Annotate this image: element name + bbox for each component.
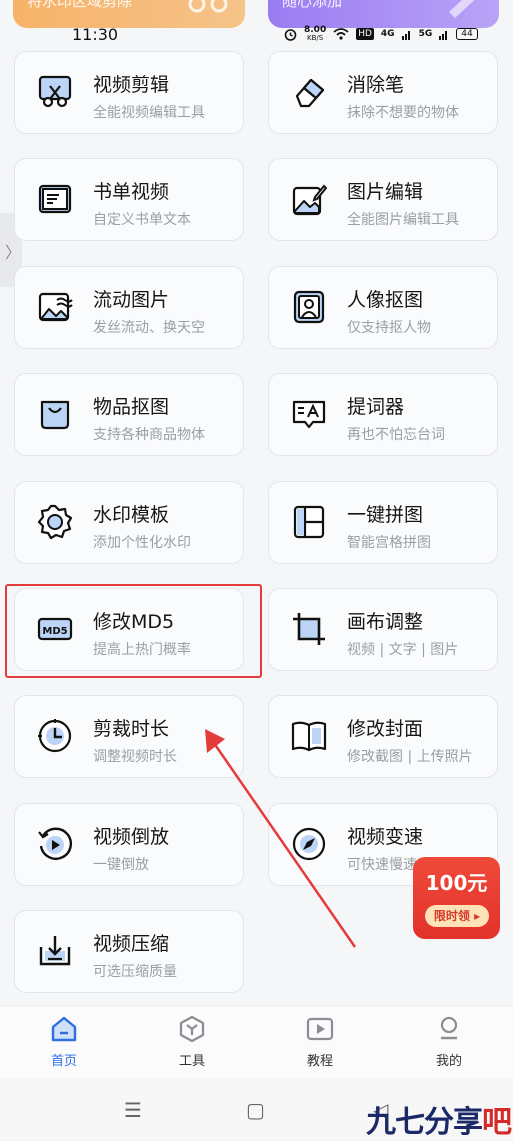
signal-4g: 4G — [380, 29, 395, 39]
tool-title: 图片编辑 — [347, 181, 424, 203]
nav-label: 我的 — [435, 1054, 462, 1069]
site-watermark-logo: 九七分享吧 — [366, 1105, 512, 1140]
scissors-deco-icon — [188, 0, 228, 13]
tool-card-portrait-cutout[interactable]: 人像抠图 仅支持抠人物 — [268, 266, 498, 349]
menu-icon[interactable]: ☰ — [124, 1098, 142, 1122]
nav-tab-tools[interactable]: 工具 — [162, 1014, 222, 1069]
arrow-annotation-icon — [205, 729, 357, 948]
tool-subtitle: 智能宫格拼图 — [347, 535, 431, 551]
signal-bars-icon — [439, 30, 448, 40]
tool-subtitle: 自定义书单文本 — [93, 212, 191, 228]
nav-label: 工具 — [178, 1054, 205, 1069]
tool-title: 书单视频 — [93, 181, 170, 203]
tool-subtitle: 全能视频编辑工具 — [93, 105, 205, 121]
tool-card-object-cutout[interactable]: 物品抠图 支持各种商品物体 — [14, 373, 244, 456]
home-icon — [51, 1016, 77, 1042]
tool-title: 视频倒放 — [93, 826, 170, 848]
tool-subtitle: 视频 | 文字 | 图片 — [347, 642, 459, 658]
portrait-icon — [293, 290, 325, 324]
battery-indicator: 44 — [456, 28, 478, 40]
tool-subtitle: 再也不怕忘台词 — [347, 427, 445, 443]
clock-icon — [38, 719, 72, 753]
cube-icon — [179, 1015, 205, 1043]
highlight-annotation-box — [5, 584, 262, 678]
watermark-gear-icon — [37, 504, 73, 540]
reverse-icon — [38, 827, 73, 860]
status-time: 11:30 — [72, 25, 119, 44]
user-icon — [440, 1016, 458, 1040]
tool-card-collage[interactable]: 一键拼图 智能宫格拼图 — [268, 481, 498, 564]
tool-subtitle: 调整视频时长 — [93, 749, 177, 765]
tool-title: 流动图片 — [93, 289, 170, 311]
promo-claim-button[interactable]: 限时领 ▸ — [425, 905, 489, 927]
tool-title: 水印模板 — [93, 504, 170, 526]
alarm-icon — [284, 28, 297, 41]
nav-label: 教程 — [306, 1054, 333, 1069]
tool-card-flowing-image[interactable]: 流动图片 发丝流动、换天空 — [14, 266, 244, 349]
teleprompter-icon — [292, 400, 326, 429]
nav-tab-profile[interactable]: 我的 — [419, 1014, 479, 1069]
banner-right-text: 随心添加 — [282, 0, 343, 10]
eraser-icon — [295, 78, 325, 108]
image-edit-icon — [292, 184, 327, 216]
tool-title: 一键拼图 — [347, 504, 424, 526]
tool-card-eraser[interactable]: 消除笔 抹除不想要的物体 — [268, 51, 498, 134]
tool-title: 提词器 — [347, 396, 405, 418]
bag-icon — [40, 400, 70, 430]
tool-title: 人像抠图 — [347, 289, 424, 311]
signal-5g: 5G — [418, 29, 433, 39]
tool-title: 视频压缩 — [93, 933, 170, 955]
collage-icon — [293, 505, 325, 539]
chevron-right-icon: 〉 — [5, 243, 22, 262]
book-icon — [38, 184, 72, 214]
nav-tab-tutorials[interactable]: 教程 — [290, 1014, 350, 1069]
flowing-image-icon — [38, 292, 73, 322]
pen-deco-icon — [449, 0, 475, 18]
promo-coupon-badge[interactable]: 100元 限时领 ▸ — [413, 857, 500, 939]
compress-icon — [39, 936, 71, 966]
banner-left-text: 将水印区域剪除 — [27, 0, 133, 10]
play-icon — [306, 1017, 334, 1041]
tool-card-video-edit[interactable]: 视频剪辑 全能视频编辑工具 — [14, 51, 244, 134]
tool-title: 画布调整 — [347, 611, 424, 633]
bottom-navigation: 首页 工具 教程 我的 — [0, 1005, 513, 1078]
tool-subtitle: 一键倒放 — [93, 857, 149, 873]
tool-subtitle: 抹除不想要的物体 — [347, 105, 459, 121]
promo-amount: 100元 — [425, 871, 488, 895]
wifi-icon — [333, 28, 349, 40]
nav-label: 首页 — [50, 1054, 77, 1069]
home-button-icon[interactable]: ▢ — [246, 1098, 265, 1122]
hd-badge: HD — [356, 28, 374, 40]
crop-icon — [293, 613, 325, 645]
tool-card-canvas-adjust[interactable]: 画布调整 视频 | 文字 | 图片 — [268, 588, 498, 671]
tool-subtitle: 修改截图 | 上传照片 — [347, 749, 473, 765]
tool-card-image-edit[interactable]: 图片编辑 全能图片编辑工具 — [268, 158, 498, 241]
tool-title: 物品抠图 — [93, 396, 170, 418]
tool-card-teleprompter[interactable]: 提词器 再也不怕忘台词 — [268, 373, 498, 456]
network-speed: 8.00 KB/S — [304, 25, 327, 43]
tool-title: 消除笔 — [347, 74, 405, 96]
tool-card-watermark-template[interactable]: 水印模板 添加个性化水印 — [14, 481, 244, 564]
signal-bars-icon — [401, 30, 410, 40]
status-bar: 11:30 8.00 KB/S HD 4G 5G 44 — [0, 22, 513, 48]
tool-subtitle: 仅支持抠人物 — [347, 320, 431, 336]
tool-subtitle: 支持各种商品物体 — [93, 427, 205, 443]
tool-subtitle: 全能图片编辑工具 — [347, 212, 459, 228]
tool-title: 视频剪辑 — [93, 74, 170, 96]
tool-subtitle: 发丝流动、换天空 — [93, 320, 205, 336]
tool-subtitle: 添加个性化水印 — [93, 535, 191, 551]
scissors-icon — [38, 75, 72, 108]
tool-subtitle: 可选压缩质量 — [93, 964, 177, 980]
tool-title: 剪裁时长 — [93, 718, 170, 740]
nav-tab-home[interactable]: 首页 — [34, 1014, 94, 1069]
tool-card-book-video[interactable]: 书单视频 自定义书单文本 — [14, 158, 244, 241]
